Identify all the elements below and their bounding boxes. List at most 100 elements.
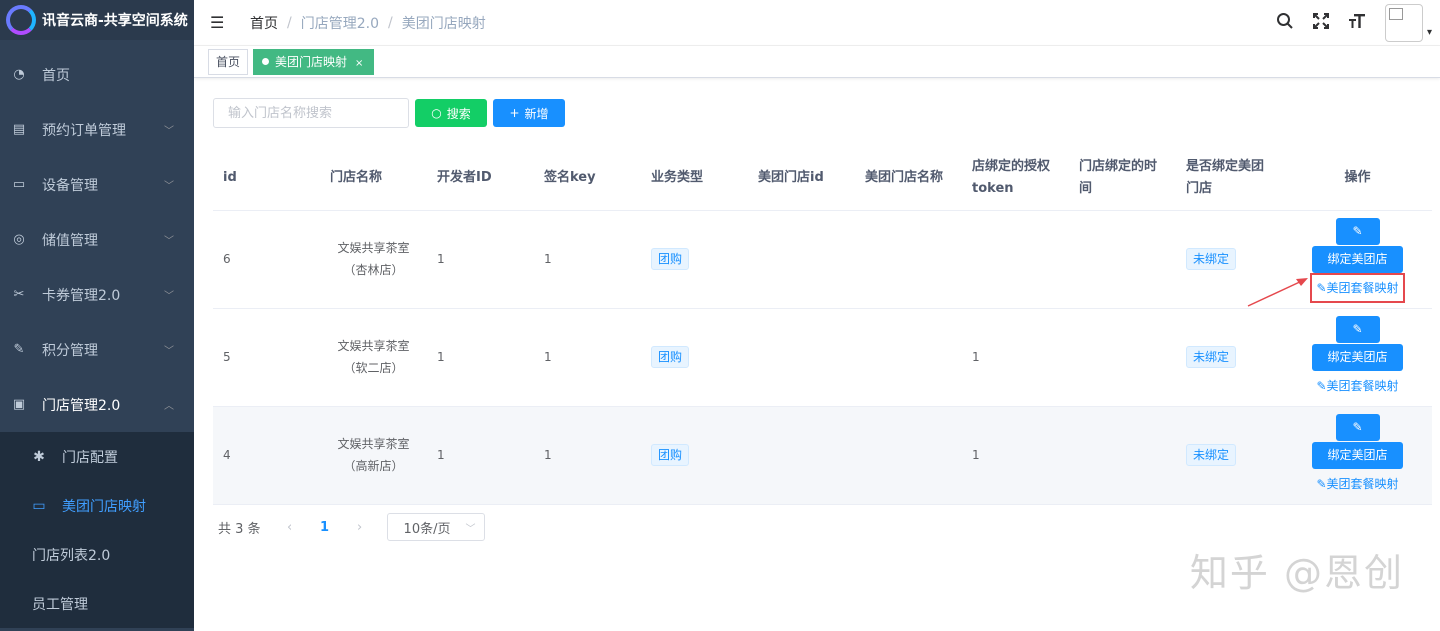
font-size-icon[interactable] xyxy=(1339,12,1375,35)
cell-developer-id: 1 xyxy=(427,406,534,505)
sidebar-item-points[interactable]: ✎ 积分管理 ﹀ xyxy=(0,322,194,377)
cell-store-name: 文娱共享茶室 （高新店） xyxy=(320,406,427,505)
chevron-right-icon[interactable]: › xyxy=(353,520,367,535)
store-name-line: （软二店） xyxy=(343,361,404,375)
add-button-label: 新增 xyxy=(524,106,549,121)
cell-token: 1 xyxy=(962,308,1069,407)
edit-icon: ✎ xyxy=(1352,420,1363,434)
breadcrumb: 首页 / 门店管理2.0 / 美团门店映射 xyxy=(250,13,486,33)
meituan-package-mapping-link[interactable]: ✎美团套餐映射 xyxy=(1310,272,1405,303)
sidebar-item-label: 门店列表2.0 xyxy=(32,547,111,564)
close-icon[interactable]: × xyxy=(355,58,363,69)
sidebar-item-devices[interactable]: ▭ 设备管理 ﹀ xyxy=(0,157,194,212)
avatar[interactable] xyxy=(1384,4,1423,42)
bind-meituan-button[interactable]: 绑定美团店 xyxy=(1312,343,1403,371)
column-header: 店绑定的授权token xyxy=(962,146,1069,211)
sidebar-item-coupons[interactable]: ✂ 卡券管理2.0 ﹀ xyxy=(0,267,194,322)
cell-sign-key: 1 xyxy=(534,406,641,505)
cell-meituan-id xyxy=(748,210,855,309)
cell-meituan-id xyxy=(748,308,855,407)
breadcrumb-item: 美团门店映射 xyxy=(401,15,486,32)
search-input[interactable] xyxy=(213,98,409,128)
sidebar-item-meituan-mapping[interactable]: ▭ 美团门店映射 xyxy=(0,481,194,530)
store-name-line: 文娱共享茶室 xyxy=(337,437,410,451)
edit-icon: ✎ xyxy=(1316,378,1327,393)
table-row: 5 文娱共享茶室 （软二店） 1 1 团购 1 未绑定 ✎ 绑定美团店 ✎美团套餐… xyxy=(213,308,1432,407)
cell-token: 1 xyxy=(962,406,1069,505)
breadcrumb-item: 门店管理2.0 xyxy=(300,15,379,32)
search-icon[interactable] xyxy=(1267,12,1303,35)
fullscreen-icon[interactable] xyxy=(1303,12,1339,35)
chevron-left-icon[interactable]: ‹ xyxy=(283,520,297,535)
sidebar: 讯音云商-共享空间系统 ◔ 首页 ▤ 预约订单管理 ﹀ ▭ 设备管理 ﹀ ◎ 储… xyxy=(0,0,194,631)
search-button[interactable]: ○ 搜索 xyxy=(415,99,487,127)
cell-bind-time xyxy=(1069,210,1176,309)
meituan-package-mapping-link[interactable]: ✎美团套餐映射 xyxy=(1312,373,1402,399)
edit-button[interactable]: ✎ xyxy=(1335,217,1380,245)
edit-button[interactable]: ✎ xyxy=(1335,315,1380,343)
toolbar: ○ 搜索 + 新增 xyxy=(213,98,565,128)
cell-meituan-name xyxy=(855,406,962,505)
caret-down-icon[interactable]: ▾ xyxy=(1427,27,1432,38)
edit-button[interactable]: ✎ xyxy=(1335,413,1380,441)
tags-view: 首页 美团门店映射 × xyxy=(194,46,1440,78)
sidebar-item-label: 积分管理 xyxy=(42,342,98,359)
chevron-down-icon: ﹀ xyxy=(164,346,174,357)
column-header: 门店绑定的时间 xyxy=(1069,146,1176,211)
data-table: id 门店名称 开发者ID 签名key 业务类型 美团门店id 美团门店名称 店… xyxy=(213,146,1432,505)
tag-home[interactable]: 首页 xyxy=(208,48,249,75)
bind-meituan-button[interactable]: 绑定美团店 xyxy=(1312,245,1403,273)
column-header: 美团门店id xyxy=(748,146,855,211)
status-badge: 未绑定 xyxy=(1186,248,1237,270)
document-icon: ▤ xyxy=(12,122,26,137)
cell-sign-key: 1 xyxy=(534,210,641,309)
page-number[interactable]: 1 xyxy=(297,520,353,535)
chevron-down-icon: ﹀ xyxy=(164,126,174,137)
table-header-row: id 门店名称 开发者ID 签名key 业务类型 美团门店id 美团门店名称 店… xyxy=(213,146,1432,211)
sidebar-item-orders[interactable]: ▤ 预约订单管理 ﹀ xyxy=(0,102,194,157)
cell-business-type: 团购 xyxy=(641,406,748,505)
sidebar-item-label: 设备管理 xyxy=(42,177,98,194)
cell-store-name: 文娱共享茶室 （杏林店） xyxy=(320,210,427,309)
cell-business-type: 团购 xyxy=(641,210,748,309)
sidebar-item-label: 门店配置 xyxy=(62,449,118,466)
coupon-icon: ✂ xyxy=(13,287,25,302)
row-actions: ✎ 绑定美团店 ✎美团套餐映射 xyxy=(1293,217,1422,303)
search-button-label: 搜索 xyxy=(446,106,471,121)
add-button[interactable]: + 新增 xyxy=(493,99,565,127)
page-size-select[interactable]: 10条/页 ﹀ xyxy=(386,513,485,541)
breadcrumb-item[interactable]: 首页 xyxy=(250,13,278,33)
column-header: 操作 xyxy=(1283,146,1432,211)
sidebar-item-store-config[interactable]: ✱ 门店配置 xyxy=(0,432,194,481)
bind-meituan-button[interactable]: 绑定美团店 xyxy=(1312,441,1403,469)
edit-icon: ✎ xyxy=(1316,476,1327,491)
sidebar-item-label: 门店管理2.0 xyxy=(42,397,121,414)
watermark: 知乎 @恩创 xyxy=(1189,551,1404,595)
menu-toggle-icon[interactable]: ☰ xyxy=(210,13,226,32)
sidebar-item-staff[interactable]: 员工管理 xyxy=(0,579,194,628)
cell-bound: 未绑定 xyxy=(1176,308,1283,407)
cell-developer-id: 1 xyxy=(427,308,534,407)
link-label: 美团套餐映射 xyxy=(1326,280,1399,295)
chevron-down-icon: ﹀ xyxy=(465,523,476,535)
chevron-down-icon: ﹀ xyxy=(164,181,174,192)
tag-label: 美团门店映射 xyxy=(275,54,348,69)
breadcrumb-separator: / xyxy=(287,14,292,31)
sidebar-item-stores[interactable]: ▣ 门店管理2.0 ︿ xyxy=(0,377,194,432)
breadcrumb-separator: / xyxy=(387,14,393,31)
sidebar-item-home[interactable]: ◔ 首页 xyxy=(0,47,194,102)
column-header: id xyxy=(213,146,320,211)
tag-meituan-mapping[interactable]: 美团门店映射 × xyxy=(253,48,375,75)
business-type-badge: 团购 xyxy=(651,248,690,270)
cell-meituan-name xyxy=(855,308,962,407)
sidebar-item-label: 储值管理 xyxy=(42,232,98,249)
row-actions: ✎ 绑定美团店 ✎美团套餐映射 xyxy=(1293,315,1422,399)
shop-icon: ▣ xyxy=(12,397,26,412)
meituan-package-mapping-link[interactable]: ✎美团套餐映射 xyxy=(1312,471,1402,497)
cell-bound: 未绑定 xyxy=(1176,406,1283,505)
cell-ops: ✎ 绑定美团店 ✎美团套餐映射 xyxy=(1283,406,1432,505)
sidebar-item-store-list[interactable]: 门店列表2.0 xyxy=(0,530,194,579)
sidebar-item-stored-value[interactable]: ◎ 储值管理 ﹀ xyxy=(0,212,194,267)
edit-icon: ✎ xyxy=(13,342,25,357)
column-header: 开发者ID xyxy=(427,146,534,211)
